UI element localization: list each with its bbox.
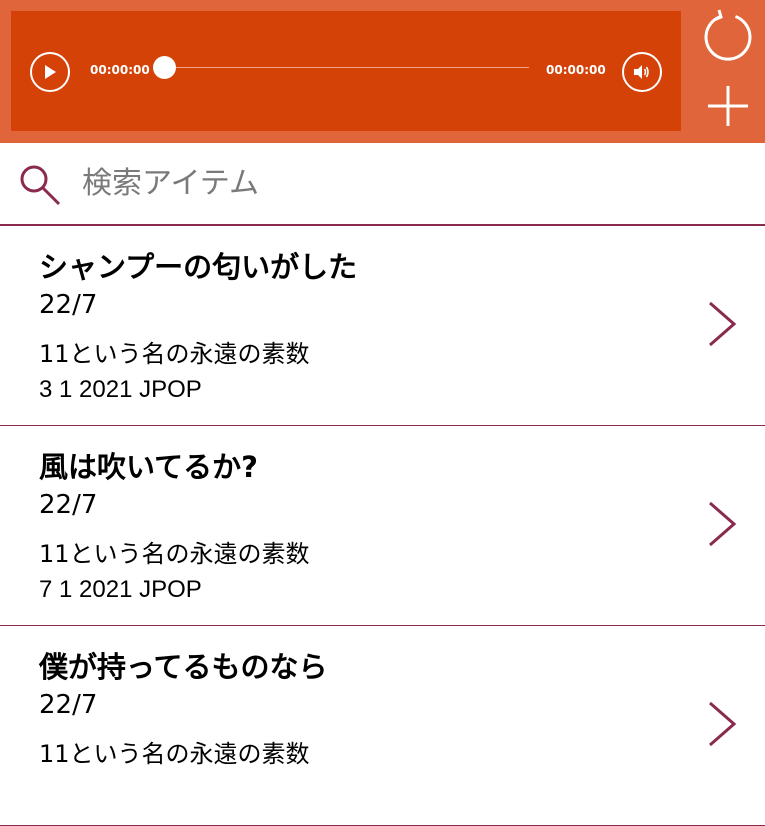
audio-player: 00:00:00 00:00:00 bbox=[11, 11, 681, 131]
chevron-right-icon[interactable] bbox=[706, 300, 738, 352]
song-artist: 22/7 bbox=[39, 490, 98, 520]
song-title: シャンプーの匂いがした bbox=[39, 250, 358, 284]
volume-button[interactable] bbox=[622, 52, 662, 92]
add-button[interactable] bbox=[706, 84, 750, 128]
search-bar bbox=[0, 143, 765, 226]
seek-track[interactable] bbox=[164, 67, 529, 68]
search-input[interactable] bbox=[82, 161, 722, 205]
song-album: 11という名の永遠の素数 bbox=[39, 340, 310, 368]
volume-icon bbox=[634, 65, 649, 79]
song-title: 風は吹いてるか? bbox=[39, 450, 258, 484]
song-artist: 22/7 bbox=[39, 290, 98, 320]
app-header: 00:00:00 00:00:00 bbox=[0, 0, 765, 143]
search-icon bbox=[18, 163, 64, 213]
list-item[interactable]: 風は吹いてるか? 22/7 11という名の永遠の素数 7 1 2021 JPOP bbox=[0, 426, 765, 626]
song-album: 11という名の永遠の素数 bbox=[39, 740, 310, 768]
song-list: シャンプーの匂いがした 22/7 11という名の永遠の素数 3 1 2021 J… bbox=[0, 226, 765, 826]
song-meta: 3 1 2021 JPOP bbox=[39, 376, 202, 403]
chevron-right-icon[interactable] bbox=[706, 700, 738, 752]
seek-handle[interactable] bbox=[153, 56, 176, 79]
song-album: 11という名の永遠の素数 bbox=[39, 540, 310, 568]
total-time: 00:00:00 bbox=[546, 63, 606, 77]
song-meta: 7 1 2021 JPOP bbox=[39, 576, 202, 603]
song-title: 僕が持ってるものなら bbox=[39, 650, 328, 684]
list-item[interactable]: 僕が持ってるものなら 22/7 11という名の永遠の素数 bbox=[0, 626, 765, 826]
add-icon bbox=[708, 86, 748, 126]
current-time: 00:00:00 bbox=[90, 63, 150, 77]
play-button[interactable] bbox=[30, 52, 70, 92]
list-item[interactable]: シャンプーの匂いがした 22/7 11という名の永遠の素数 3 1 2021 J… bbox=[0, 226, 765, 426]
refresh-button[interactable] bbox=[702, 8, 754, 62]
refresh-icon bbox=[704, 9, 752, 61]
chevron-right-icon[interactable] bbox=[706, 500, 738, 552]
song-artist: 22/7 bbox=[39, 690, 98, 720]
play-icon bbox=[45, 65, 56, 79]
